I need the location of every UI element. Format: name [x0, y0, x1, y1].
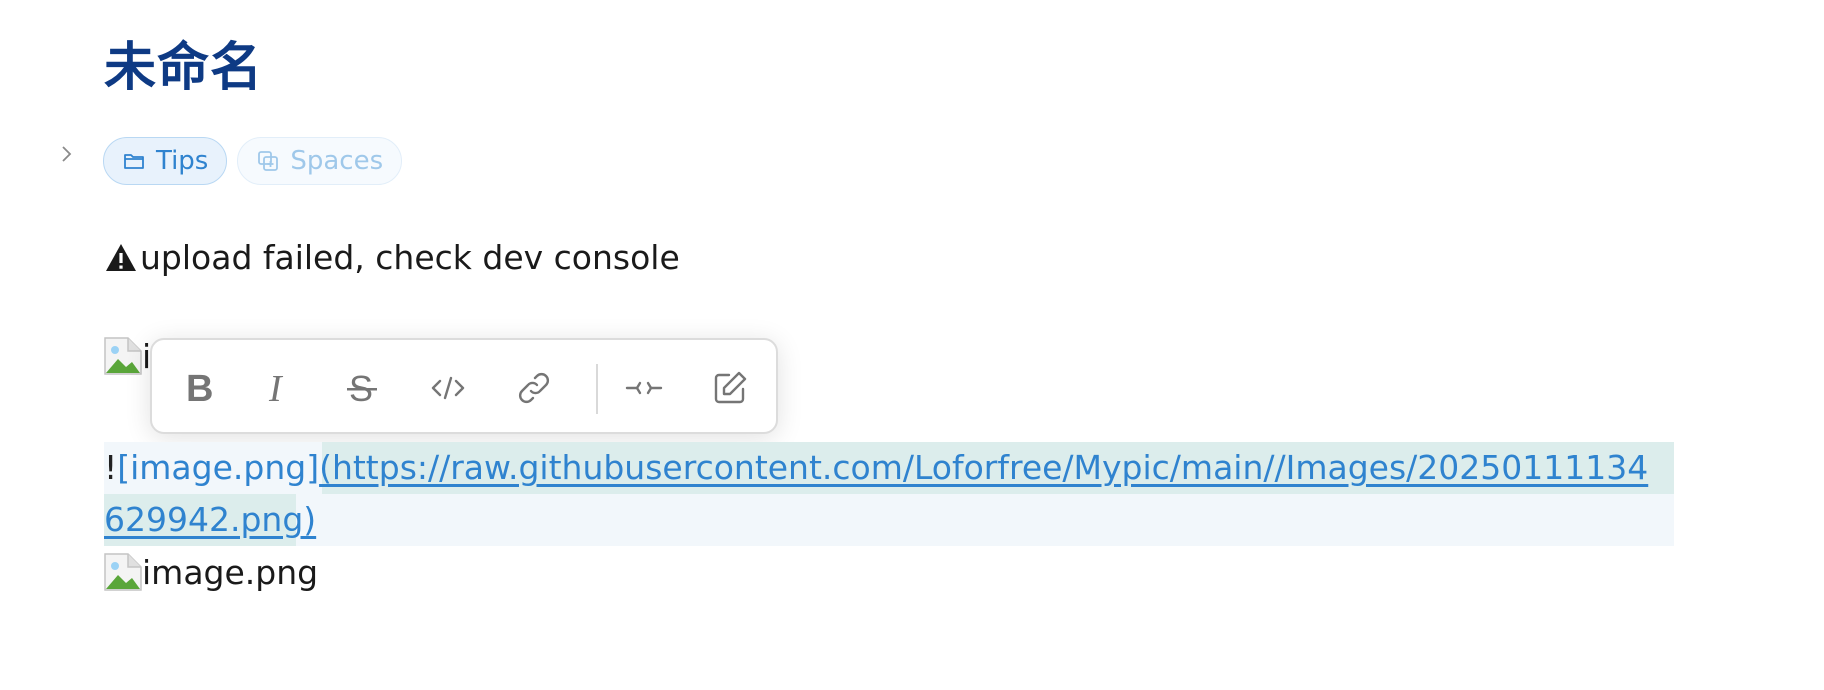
bold-button[interactable]: B: [174, 362, 226, 414]
markdown-bang: !: [104, 448, 118, 487]
markdown-text: ![image.png](https://raw.githubuserconte…: [104, 442, 1666, 546]
format-toolbar: B I S: [150, 338, 778, 434]
page-title[interactable]: 未命名: [104, 32, 263, 104]
toolbar-separator: [596, 364, 598, 414]
tag-label: Spaces: [290, 146, 384, 176]
warning-icon: [106, 244, 136, 271]
broken-image-1[interactable]: i: [104, 336, 151, 376]
commit-button[interactable]: [618, 362, 670, 414]
strikethrough-button[interactable]: S: [336, 362, 388, 414]
tag-spaces[interactable]: Spaces: [237, 137, 403, 185]
chevron-right-icon[interactable]: [56, 144, 76, 164]
broken-image-alt: image.png: [142, 552, 319, 592]
spaces-icon: [258, 151, 279, 171]
broken-image-icon: [104, 553, 142, 591]
tag-tips[interactable]: Tips: [103, 137, 228, 185]
markdown-image-source[interactable]: ![image.png](https://raw.githubuserconte…: [104, 442, 1674, 546]
broken-image-2[interactable]: image.png: [104, 550, 318, 594]
strikethrough-icon: S: [347, 370, 377, 406]
markdown-alt[interactable]: [image.png]: [117, 448, 319, 487]
svg-text:B: B: [186, 370, 213, 406]
svg-text:I: I: [268, 370, 284, 406]
code-icon: [431, 376, 465, 400]
code-button[interactable]: [422, 362, 474, 414]
folder-icon: [124, 154, 144, 169]
edit-icon: [714, 371, 747, 404]
italic-button[interactable]: I: [252, 362, 304, 414]
link-button[interactable]: [508, 362, 560, 414]
broken-image-icon: [104, 337, 142, 375]
link-icon: [519, 373, 549, 403]
upload-warning: upload failed, check dev console: [104, 236, 680, 280]
editor-page: 未命名 Tips Spaces upload failed, check dev…: [0, 0, 1824, 690]
commit-icon: [625, 381, 663, 395]
markdown-url-link[interactable]: (https://raw.githubusercontent.com/Lofor…: [104, 448, 1648, 539]
edit-button[interactable]: [704, 362, 756, 414]
warning-text: upload failed, check dev console: [140, 238, 680, 277]
tag-list: Tips Spaces: [103, 137, 403, 185]
italic-icon: I: [268, 370, 284, 406]
tag-label: Tips: [156, 146, 209, 176]
bold-icon: B: [186, 370, 213, 406]
